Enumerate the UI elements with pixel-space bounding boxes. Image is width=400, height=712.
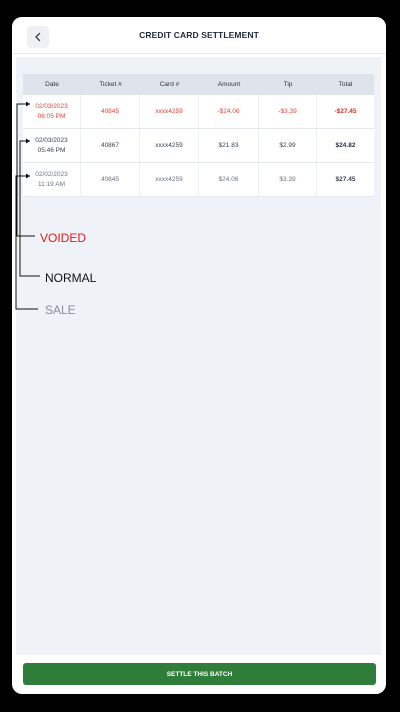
card-cell: xxxx4259 bbox=[140, 95, 199, 128]
page-title: CREDIT CARD SETTLEMENT bbox=[139, 30, 259, 40]
column-header-ticket: Ticket # bbox=[99, 81, 122, 88]
card-cell: xxxx4259 bbox=[140, 163, 199, 196]
total-cell: -$27.45 bbox=[334, 107, 357, 115]
tip-cell: -$3.39 bbox=[259, 95, 317, 128]
column-header-date: Date bbox=[45, 81, 59, 88]
tip-cell: $3.39 bbox=[259, 163, 317, 196]
settle-batch-button[interactable]: SETTLE THIS BATCH bbox=[23, 663, 376, 685]
legend-sale: SALE bbox=[45, 303, 76, 317]
table-header: Date Ticket # Card # Amount Tip Total bbox=[23, 74, 374, 95]
amount-cell: $21.83 bbox=[199, 129, 259, 162]
ticket-cell: 40845 bbox=[81, 163, 140, 196]
column-header-amount: Amount bbox=[217, 81, 241, 88]
date-text: 02/03/2023 bbox=[35, 137, 68, 145]
card-cell: xxxx4259 bbox=[140, 129, 199, 162]
legend-normal: NORMAL bbox=[45, 271, 97, 285]
time-text: 11:19 AM bbox=[38, 180, 65, 188]
date-cell: 02/03/2023 06:05 PM bbox=[23, 95, 81, 128]
ticket-cell: 40845 bbox=[81, 95, 140, 128]
ticket-cell: 40867 bbox=[81, 129, 140, 162]
header-bar: CREDIT CARD SETTLEMENT bbox=[12, 17, 386, 54]
total-cell: $24.82 bbox=[335, 141, 356, 149]
amount-cell: $24.06 bbox=[199, 163, 259, 196]
column-header-card: Card # bbox=[159, 81, 180, 88]
legend-voided: VOIDED bbox=[40, 231, 87, 245]
date-text: 02/03/2023 bbox=[35, 103, 68, 111]
amount-cell: -$24.06 bbox=[199, 95, 259, 128]
time-text: 06:05 PM bbox=[37, 112, 66, 120]
column-header-total: Total bbox=[338, 81, 353, 88]
total-cell: $27.45 bbox=[335, 175, 356, 183]
table-row-normal[interactable]: 02/03/2023 05:46 PM 40867 xxxx4259 $21.83… bbox=[23, 129, 374, 163]
content-area: Date Ticket # Card # Amount Tip Total 02… bbox=[16, 57, 381, 655]
settlement-table: Date Ticket # Card # Amount Tip Total 02… bbox=[23, 74, 374, 197]
table-row-voided[interactable]: 02/03/2023 06:05 PM 40845 xxxx4259 -$24.0… bbox=[23, 95, 374, 129]
tip-cell: $2.99 bbox=[259, 129, 317, 162]
phone-screen: CREDIT CARD SETTLEMENT Date Ticket # Car… bbox=[12, 17, 386, 694]
date-cell: 02/03/2023 05:46 PM bbox=[23, 129, 81, 162]
time-text: 05:46 PM bbox=[37, 146, 66, 154]
date-text: 02/02/2023 bbox=[35, 171, 68, 179]
column-header-tip: Tip bbox=[283, 81, 293, 88]
date-cell: 02/02/2023 11:19 AM bbox=[23, 163, 81, 196]
table-row-sale[interactable]: 02/02/2023 11:19 AM 40845 xxxx4259 $24.06… bbox=[23, 163, 374, 197]
